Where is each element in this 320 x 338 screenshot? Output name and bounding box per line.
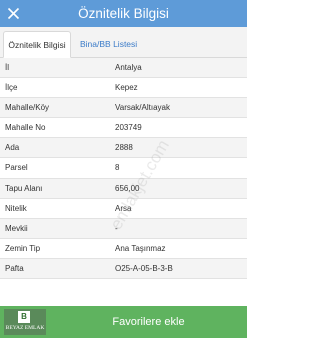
- row-value: 656,00: [115, 183, 140, 193]
- footer-bar: B BEYAZ EMLAK Favorilere ekle: [0, 306, 247, 338]
- tab-building-list[interactable]: Bina/BB Listesi: [74, 31, 143, 58]
- table-row: Tapu Alanı 656,00: [0, 178, 247, 199]
- attribute-table: İl Antalya İlçe Kepez Mahalle/Köy Varsak…: [0, 58, 247, 280]
- table-row: Pafta O25-A-05-B-3-B: [0, 258, 247, 280]
- row-label: İlçe: [5, 83, 18, 93]
- logo-text: BEYAZ EMLAK: [5, 325, 45, 331]
- row-value: Arsa: [115, 203, 132, 213]
- row-label: Mevkii: [5, 223, 28, 233]
- row-label: Mahalle No: [5, 123, 46, 133]
- row-label: Ada: [5, 143, 20, 153]
- row-label: İl: [5, 63, 9, 72]
- row-value: O25-A-05-B-3-B: [115, 263, 173, 273]
- logo-mark: B: [18, 311, 30, 323]
- table-row: Zemin Tip Ana Taşınmaz: [0, 238, 247, 259]
- row-label: Mahalle/Köy: [5, 103, 50, 113]
- row-value: Ana Taşınmaz: [115, 243, 166, 253]
- brand-logo: B BEYAZ EMLAK: [4, 309, 46, 335]
- row-value: 203749: [115, 123, 142, 133]
- row-label: Nitelik: [5, 203, 27, 213]
- table-row: Nitelik Arsa: [0, 198, 247, 219]
- table-row: Ada 2888: [0, 138, 247, 159]
- row-value: Kepez: [115, 83, 138, 93]
- row-label: Parsel: [5, 163, 28, 173]
- row-label: Tapu Alanı: [5, 183, 43, 193]
- row-value: 2888: [115, 143, 133, 153]
- row-value: Antalya: [115, 63, 142, 72]
- table-row: Parsel 8: [0, 158, 247, 179]
- table-row: Mahalle No 203749: [0, 118, 247, 139]
- table-row: Mevkii -: [0, 218, 247, 239]
- page-title: Öznitelik Bilgisi: [78, 6, 169, 21]
- title-bar: Öznitelik Bilgisi: [0, 0, 247, 27]
- add-to-favorites-button[interactable]: Favorilere ekle: [50, 306, 247, 338]
- table-row: İlçe Kepez: [0, 78, 247, 99]
- row-value: -: [115, 223, 118, 233]
- tab-bar: Öznitelik Bilgisi Bina/BB Listesi: [0, 27, 247, 58]
- row-label: Zemin Tip: [5, 243, 41, 253]
- table-row: Mahalle/Köy Varsak/Altıayak: [0, 98, 247, 119]
- row-value: 8: [115, 163, 120, 173]
- row-label: Pafta: [5, 263, 24, 273]
- table-row: İl Antalya: [0, 58, 247, 79]
- tab-attribute-info[interactable]: Öznitelik Bilgisi: [3, 31, 71, 58]
- row-value: Varsak/Altıayak: [115, 103, 170, 113]
